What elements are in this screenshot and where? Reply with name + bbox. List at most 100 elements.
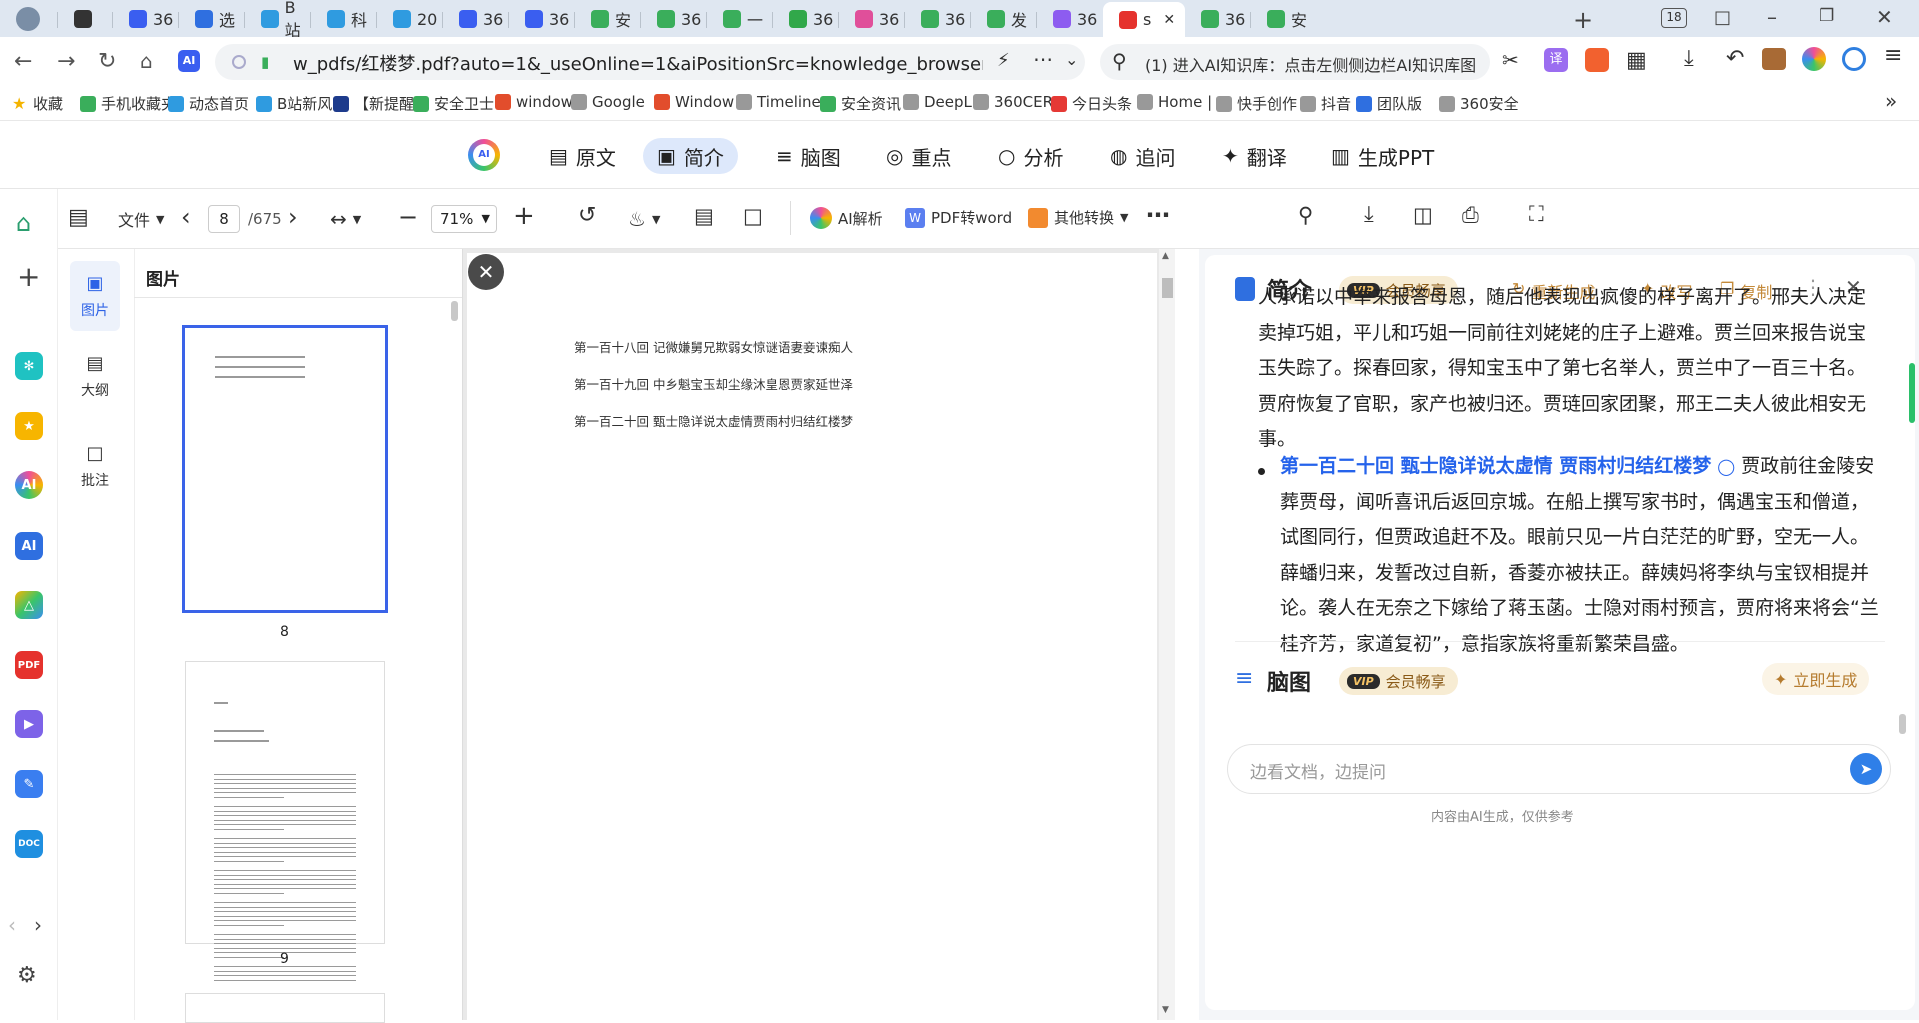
browser-tab[interactable] [0, 4, 58, 34]
menu-icon[interactable]: ≡ [1884, 43, 1902, 68]
browser-tab[interactable]: 36 [905, 4, 971, 34]
fullscreen-icon[interactable]: ⛶ [1529, 202, 1544, 227]
ai-nav-item[interactable]: ≡ 脑图 [762, 138, 855, 174]
save-icon[interactable]: ◫ [1413, 203, 1433, 227]
summary-scrollbar[interactable] [1909, 363, 1915, 423]
browser-tab[interactable]: s ✕ [1103, 2, 1185, 37]
comment-button[interactable]: □ [743, 204, 763, 228]
download-icon[interactable]: ⤓ [1684, 46, 1694, 71]
browser-tab[interactable]: 36 [1185, 4, 1251, 34]
browser-tab[interactable]: 36 [1037, 4, 1103, 34]
thumbnail-page-9[interactable] [185, 661, 385, 981]
more-icon[interactable]: ⋯ [1146, 201, 1170, 229]
zoom-in-button[interactable]: + [513, 201, 535, 231]
add-icon[interactable]: + [17, 263, 40, 291]
download-icon[interactable]: ⤓ [1364, 202, 1374, 227]
briefcase-icon[interactable] [1762, 48, 1786, 70]
shirt-icon[interactable]: □ [1714, 7, 1731, 28]
translate-icon[interactable]: 译 [1544, 48, 1568, 72]
pdf-app-icon[interactable]: PDF [15, 651, 43, 679]
back-button[interactable]: ← [14, 49, 32, 74]
bookmark-item[interactable]: DeepL [903, 93, 972, 111]
browser-tab[interactable]: 科 [311, 4, 377, 34]
home-icon[interactable]: ⌂ [16, 209, 31, 237]
url-field[interactable]: ▮ w_pdfs/红楼梦.pdf?auto=1&_useOnline=1&aiP… [215, 44, 1085, 80]
browser-tab[interactable]: B站 [245, 0, 311, 40]
ai-nav-item[interactable]: ✦ 翻译 [1208, 138, 1301, 174]
bookmark-item[interactable]: ★收藏▾ [12, 93, 88, 114]
ai-knowledge-icon[interactable]: AI [15, 532, 43, 560]
browser-tab[interactable]: 36 [773, 4, 839, 34]
apps-grid-icon[interactable]: ▦ [1626, 48, 1647, 73]
chat-bubble-icon[interactable]: ◯ [1717, 457, 1735, 476]
forward-button[interactable]: → [57, 49, 75, 74]
tab-images[interactable]: ▣ 图片 [70, 261, 120, 331]
settings-icon[interactable]: ⚙ [17, 963, 37, 988]
star-app-icon[interactable]: ★ [15, 412, 43, 440]
site-info-icon[interactable] [232, 55, 246, 69]
tab-count-badge[interactable]: 18 [1661, 8, 1687, 28]
chevron-left-icon[interactable]: ‹ [8, 913, 16, 937]
chevron-right-icon[interactable]: › [34, 913, 42, 937]
minimize-button[interactable]: – [1767, 5, 1777, 29]
browser-tab[interactable]: 一 [707, 4, 773, 34]
ai-parse-button[interactable]: AI解析 [810, 207, 883, 229]
close-window-button[interactable]: ✕ [1876, 5, 1893, 29]
other-convert-button[interactable]: 其他转换 ▼ [1028, 207, 1128, 228]
ai-app-icon[interactable]: AI [15, 471, 43, 499]
generate-now-button[interactable]: ✦ 立即生成 [1762, 663, 1870, 695]
chevron-down-icon[interactable]: ⌄ [1065, 50, 1078, 69]
prev-page-button[interactable]: ‹ [181, 203, 191, 231]
ai-nav-item[interactable]: ○ 分析 [984, 138, 1077, 174]
home-button[interactable]: ⌂ [140, 49, 153, 73]
undo-icon[interactable]: ↶ [1726, 46, 1744, 71]
pdf-to-word-button[interactable]: W PDF转word [905, 207, 1012, 228]
browser-tab[interactable]: 安 [575, 4, 641, 34]
bookmark-item[interactable]: 手机收藏夹 [80, 93, 176, 114]
browser-tab[interactable]: 36 [839, 4, 905, 34]
new-tab-button[interactable]: + [1573, 6, 1593, 34]
bookmark-item[interactable]: 动态首页 [168, 93, 249, 114]
restore-button[interactable]: ❐ [1819, 6, 1834, 26]
browser-search-field[interactable]: ⚲ (1) 进入AI知识库：点击左侧侧边栏AI知识库图 [1100, 44, 1490, 80]
bookmark-item[interactable]: window [495, 93, 573, 111]
bookmark-item[interactable]: 360安全 [1439, 93, 1519, 114]
bookmark-item[interactable]: 安全资讯 [820, 93, 901, 114]
ai-nav-item[interactable]: ▣ 简介 [643, 138, 738, 174]
scroll-up-icon[interactable]: ▲ [1162, 251, 1169, 261]
bookmark-item[interactable]: B站新风 [256, 93, 332, 114]
close-button[interactable]: ✕ [468, 254, 504, 290]
doc-scroll-thumb[interactable] [1162, 278, 1173, 298]
bookmark-item[interactable]: Window [654, 93, 734, 111]
bookmark-item[interactable]: 快手创作 [1216, 93, 1297, 114]
zoom-select[interactable]: 71% ▼ [431, 205, 497, 233]
ai-color-icon[interactable] [1802, 47, 1826, 71]
bookmark-item[interactable]: Timeline [736, 93, 821, 111]
thumbnail-page-10[interactable] [185, 993, 385, 1023]
browser-tab[interactable]: 发 [971, 4, 1037, 34]
scissors-icon[interactable]: ✂ [1502, 48, 1519, 72]
edit-app-icon[interactable]: ✎ [15, 770, 43, 798]
doc-app-icon[interactable]: DOC [15, 830, 43, 858]
highlight-button[interactable]: ♨ ▼ [628, 207, 660, 231]
fit-width-button[interactable]: ↔ ▼ [330, 207, 361, 231]
image-app-icon[interactable]: △ [15, 591, 43, 619]
file-menu[interactable]: 文件 ▼ [118, 207, 164, 231]
print-icon[interactable]: ⎙ [1462, 203, 1479, 228]
bookmark-item[interactable]: 【新提醒 [333, 93, 414, 114]
browser-tab[interactable]: 36 [113, 4, 179, 34]
bookmark-item[interactable]: 安全卫士 [413, 93, 494, 114]
ai-nav-item[interactable]: ◍ 追问 [1096, 138, 1189, 174]
bookmark-item[interactable]: Google [571, 93, 645, 111]
doc-scrollbar[interactable]: ▲ ▼ [1159, 249, 1175, 1020]
ai-icon[interactable]: AI [178, 50, 200, 72]
tab-outline[interactable]: ▤ 大纲 [70, 341, 120, 411]
next-page-button[interactable]: › [288, 203, 298, 231]
browser-tab[interactable]: 安 [1251, 4, 1317, 34]
browser-tab[interactable]: 36 [443, 4, 509, 34]
note-button[interactable]: ▤ [694, 204, 714, 228]
browser-tab[interactable]: 20 [377, 4, 443, 34]
thumbnail-page-8[interactable] [182, 325, 388, 613]
browser-tab[interactable] [58, 4, 113, 34]
tab-comments[interactable]: □ 批注 [70, 431, 120, 501]
